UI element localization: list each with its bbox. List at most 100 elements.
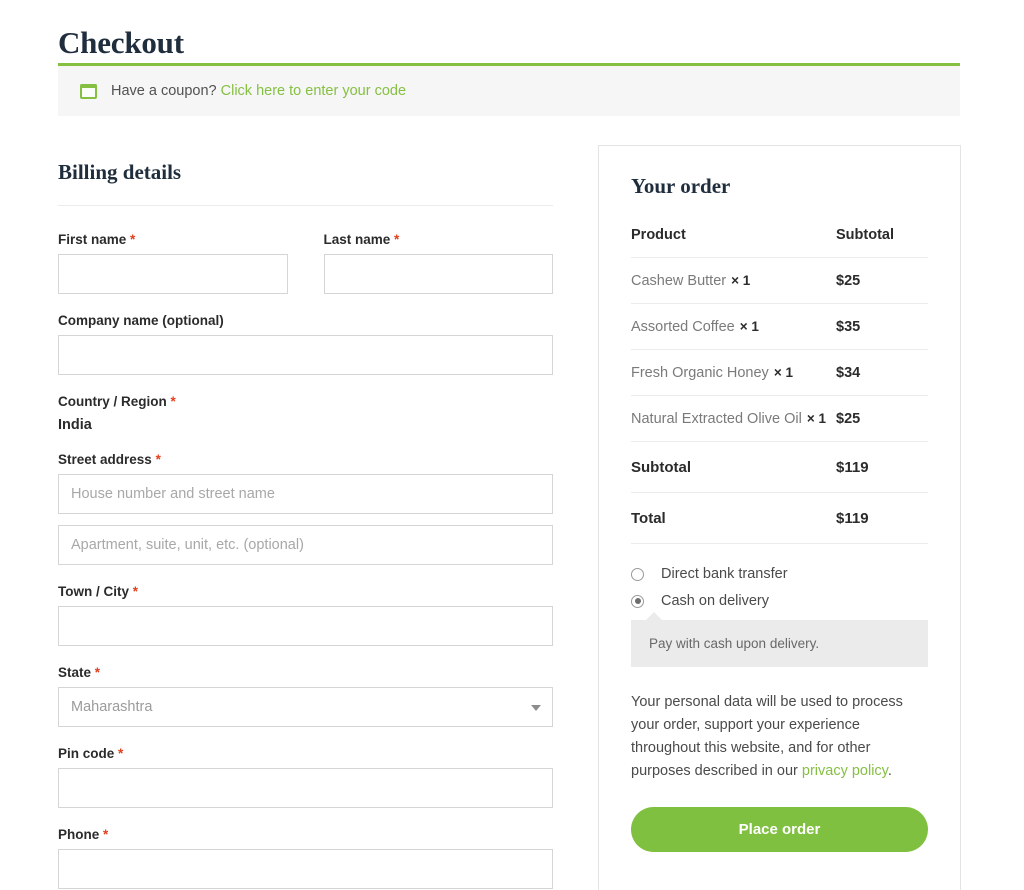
order-item-row: Fresh Organic Honey × 1 $34	[631, 349, 928, 396]
city-label: Town / City *	[58, 584, 553, 599]
street-address-label-text: Street address	[58, 452, 152, 467]
city-label-text: Town / City	[58, 584, 129, 599]
state-label: State *	[58, 665, 553, 680]
state-required-marker: *	[94, 665, 101, 680]
order-item-row: Cashew Butter × 1 $25	[631, 257, 928, 304]
first-name-required-marker: *	[130, 232, 136, 247]
first-name-input[interactable]	[58, 254, 288, 294]
order-item-name-text: Cashew Butter	[631, 273, 727, 289]
last-name-field-group: Last name *	[323, 232, 554, 294]
phone-input[interactable]	[58, 849, 553, 889]
company-field-group: Company name (optional)	[58, 313, 553, 375]
payment-method-option[interactable]: Cash on delivery	[631, 593, 928, 609]
payment-method-label: Cash on delivery	[661, 593, 769, 609]
checkout-page: Checkout Have a coupon? Click here to en…	[0, 0, 1024, 890]
payment-method-note: Pay with cash upon delivery.	[631, 612, 928, 667]
order-table-header-row: Product Subtotal	[631, 227, 928, 258]
state-field-group: State * Maharashtra	[58, 665, 553, 727]
state-selected-value: Maharashtra	[71, 699, 153, 715]
street-address-required-marker: *	[155, 452, 161, 467]
state-select-wrapper: Maharashtra	[58, 687, 553, 727]
last-name-input[interactable]	[323, 254, 553, 294]
order-item-amount: $25	[836, 257, 928, 304]
phone-required-marker: *	[103, 827, 109, 842]
column-header-product: Product	[631, 227, 836, 258]
payment-method-label: Direct bank transfer	[661, 566, 788, 582]
last-name-required-marker: *	[394, 232, 400, 247]
company-label: Company name (optional)	[58, 313, 224, 328]
order-item-name: Fresh Organic Honey × 1	[631, 349, 836, 396]
order-item-quantity: × 1	[731, 273, 751, 288]
street-address-line2-group	[58, 525, 553, 565]
country-label: Country / Region *	[58, 394, 553, 409]
radio-button-icon[interactable]	[631, 594, 644, 608]
state-label-text: State	[58, 665, 92, 680]
phone-label-text: Phone	[58, 827, 100, 842]
order-item-name-text: Fresh Organic Honey	[631, 365, 769, 381]
coupon-notice-bar: Have a coupon? Click here to enter your …	[58, 63, 960, 116]
privacy-text-after: .	[887, 763, 892, 779]
order-item-amount: $34	[836, 349, 928, 396]
billing-heading: Billing details	[58, 160, 182, 184]
order-heading: Your order	[631, 174, 731, 198]
street-address-line1-input[interactable]	[58, 474, 553, 514]
order-table-body: Cashew Butter × 1 $25 Assorted Coffee × 1 $35…	[631, 257, 928, 544]
pin-code-label: Pin code *	[58, 746, 553, 761]
order-subtotal-row-amount: $119	[836, 441, 928, 493]
payment-note-text: Pay with cash upon delivery.	[649, 636, 820, 651]
first-name-label-text: First name	[58, 232, 127, 247]
pin-code-label-text: Pin code	[58, 746, 115, 761]
street-address-label: Street address *	[58, 452, 553, 467]
first-name-label: First name *	[58, 232, 288, 247]
company-input[interactable]	[58, 335, 553, 375]
state-select[interactable]: Maharashtra	[58, 687, 553, 727]
pin-code-input[interactable]	[58, 768, 553, 808]
order-item-name: Assorted Coffee × 1	[631, 303, 836, 350]
radio-button-icon[interactable]	[631, 567, 644, 581]
phone-label: Phone *	[58, 827, 553, 842]
privacy-policy-link[interactable]: privacy policy	[802, 763, 888, 779]
order-total-row-label: Total	[631, 492, 836, 544]
order-total-row-amount: $119	[836, 492, 928, 544]
street-address-field-group: Street address *	[58, 452, 553, 514]
coupon-ticket-icon	[80, 83, 97, 99]
privacy-notice: Your personal data will be used to proce…	[631, 691, 928, 783]
name-row: First name * Last name *	[58, 232, 553, 313]
order-item-quantity: × 1	[806, 411, 826, 426]
billing-details-section: Billing details First name * Last name *…	[58, 160, 553, 890]
phone-field-group: Phone *	[58, 827, 553, 889]
order-table: Product Subtotal Cashew Butter × 1 $25 Asso…	[631, 227, 928, 544]
billing-divider	[58, 205, 553, 206]
country-value: India	[58, 417, 92, 433]
country-label-text: Country / Region	[58, 394, 167, 409]
coupon-text: Have a coupon? Click here to enter your …	[111, 83, 406, 99]
order-item-name: Natural Extracted Olive Oil × 1	[631, 395, 836, 442]
street-address-line2-input[interactable]	[58, 525, 553, 565]
first-name-field-group: First name *	[58, 232, 288, 294]
order-item-quantity: × 1	[739, 319, 759, 334]
city-field-group: Town / City *	[58, 584, 553, 646]
coupon-question: Have a coupon?	[111, 83, 217, 99]
column-header-subtotal: Subtotal	[836, 227, 928, 258]
country-required-marker: *	[170, 394, 176, 409]
order-item-row: Natural Extracted Olive Oil × 1 $25	[631, 395, 928, 442]
order-table-head: Product Subtotal	[631, 227, 928, 258]
order-item-name-text: Natural Extracted Olive Oil	[631, 411, 802, 427]
order-item-amount: $25	[836, 395, 928, 442]
page-title: Checkout	[58, 24, 184, 60]
order-item-name-text: Assorted Coffee	[631, 319, 735, 335]
payment-method-option[interactable]: Direct bank transfer	[631, 566, 928, 582]
place-order-button[interactable]: Place order	[631, 807, 928, 852]
order-total-row: Total $119	[631, 492, 928, 544]
country-field-group: Country / Region * India	[58, 394, 553, 433]
pin-code-required-marker: *	[118, 746, 124, 761]
last-name-label: Last name *	[324, 232, 554, 247]
order-item-amount: $35	[836, 303, 928, 350]
coupon-link[interactable]: Click here to enter your code	[221, 83, 406, 99]
payment-methods-list: Direct bank transfer Cash on delivery	[631, 566, 928, 609]
city-input[interactable]	[58, 606, 553, 646]
order-summary-panel: Your order Product Subtotal Cashew Butte…	[598, 145, 961, 890]
order-item-name: Cashew Butter × 1	[631, 257, 836, 304]
order-subtotal-row-label: Subtotal	[631, 441, 836, 493]
order-subtotal-row: Subtotal $119	[631, 441, 928, 493]
